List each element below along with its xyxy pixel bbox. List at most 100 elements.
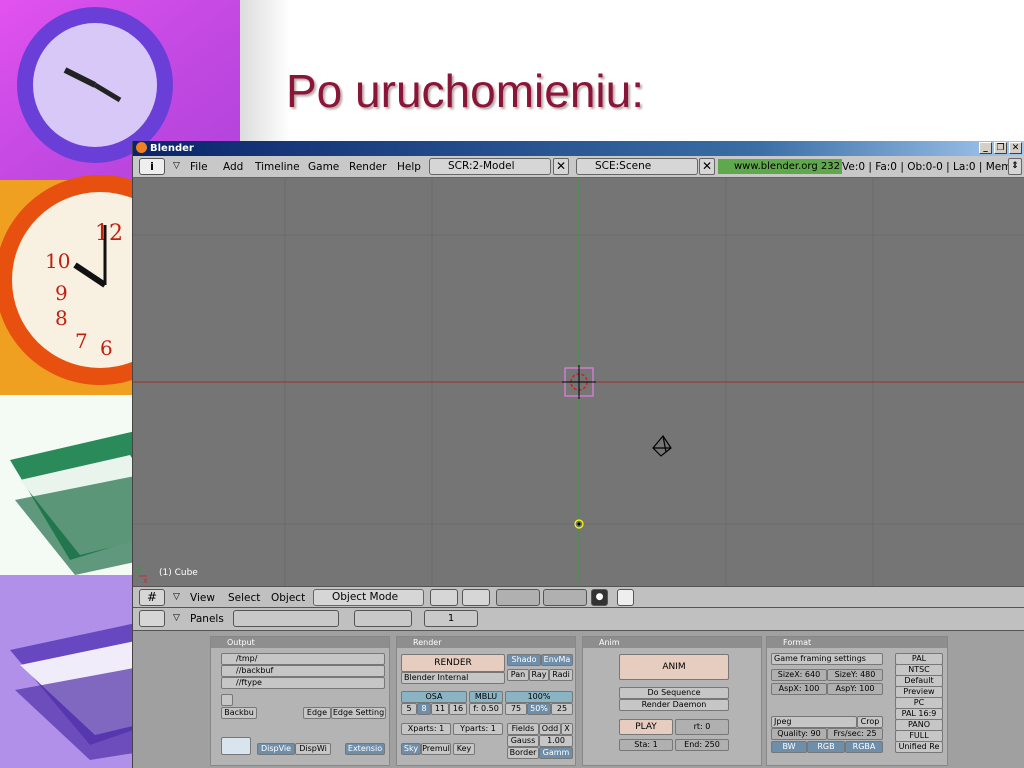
yparts-field[interactable]: Yparts: 1 — [453, 723, 503, 735]
stats-scroll-icon[interactable]: ⇕ — [1008, 158, 1022, 175]
buttons-window-type-icon[interactable] — [139, 610, 165, 627]
window-titlebar[interactable]: Blender _ ❐ ✕ — [133, 141, 1024, 156]
unified-renderer-toggle[interactable]: Unified Re — [895, 741, 943, 753]
osa-5-button[interactable]: 5 — [401, 703, 417, 715]
aspy-field[interactable]: AspY: 100 — [827, 683, 883, 695]
draw-type-icon[interactable] — [430, 589, 458, 606]
edge-button[interactable]: Edge — [303, 707, 331, 719]
render-daemon-button[interactable]: Render Daemon — [619, 699, 729, 711]
gauss-toggle[interactable]: Gauss — [507, 735, 539, 747]
xparts-field[interactable]: Xparts: 1 — [401, 723, 451, 735]
menu-select[interactable]: Select — [228, 592, 260, 604]
crop-toggle[interactable]: Crop — [857, 716, 883, 728]
osa-11-button[interactable]: 11 — [431, 703, 449, 715]
svg-text:x: x — [143, 576, 148, 585]
end-frame-field[interactable]: End: 250 — [675, 739, 729, 751]
3d-viewport[interactable]: Y x (1) Cube — [133, 178, 1024, 586]
backbuf-path-field[interactable]: //backbuf — [221, 665, 385, 677]
frame-counter[interactable]: 1 — [424, 610, 478, 627]
screen-selector[interactable]: SCR:2-Model — [429, 158, 551, 175]
sizex-field[interactable]: SizeX: 640 — [771, 669, 827, 681]
subcontext-icons[interactable] — [354, 610, 412, 627]
size-100-button[interactable]: 100% — [505, 691, 573, 703]
mblur-toggle[interactable]: MBLU — [469, 691, 503, 703]
edge-setting-button[interactable]: Edge Setting — [331, 707, 386, 719]
menu-view[interactable]: View — [190, 592, 215, 604]
sky-toggle[interactable]: Sky — [401, 743, 421, 755]
size-25-button[interactable]: 25 — [551, 703, 573, 715]
ftype-path-field[interactable]: //ftype — [221, 677, 385, 689]
blender-url-link[interactable]: www.blender.org 232 — [718, 159, 842, 174]
render-engine-select[interactable]: Blender Internal — [401, 672, 505, 684]
rt-field[interactable]: rt: 0 — [675, 719, 729, 735]
minimize-button[interactable]: _ — [979, 142, 992, 154]
fps-field[interactable]: Frs/sec: 25 — [827, 728, 883, 740]
x-toggle[interactable]: X — [561, 723, 573, 735]
sizey-field[interactable]: SizeY: 480 — [827, 669, 883, 681]
output-path-field[interactable]: /tmp/ — [221, 653, 385, 665]
dispview-button[interactable]: DispVie — [257, 743, 295, 755]
do-sequence-button[interactable]: Do Sequence — [619, 687, 729, 699]
collapse-menu-icon[interactable]: ▽ — [173, 592, 180, 602]
camera-object[interactable] — [652, 434, 672, 457]
delete-scene-button[interactable]: ✕ — [699, 158, 715, 175]
cube-object[interactable] — [562, 365, 596, 399]
context-icons[interactable] — [233, 610, 339, 627]
mode-selector[interactable]: Object Mode — [313, 589, 424, 606]
aspx-field[interactable]: AspX: 100 — [771, 683, 827, 695]
dither-grid-icon[interactable] — [221, 737, 251, 755]
maximize-button[interactable]: ❐ — [994, 142, 1007, 154]
anim-button[interactable]: ANIM — [619, 654, 729, 680]
quality-field[interactable]: Quality: 90 — [771, 728, 827, 740]
dispwin-button[interactable]: DispWi — [295, 743, 331, 755]
layer-buttons-right[interactable] — [543, 589, 587, 606]
menu-help[interactable]: Help — [397, 161, 421, 173]
menu-add[interactable]: Add — [223, 161, 243, 173]
start-frame-field[interactable]: Sta: 1 — [619, 739, 673, 751]
extensions-button[interactable]: Extensio — [345, 743, 385, 755]
shadow-toggle[interactable]: Shado — [507, 654, 541, 666]
scene-selector[interactable]: SCE:Scene — [576, 158, 698, 175]
bw-button[interactable]: BW — [771, 741, 807, 753]
rgba-button[interactable]: RGBA — [845, 741, 883, 753]
backbuf-button[interactable]: Backbu — [221, 707, 257, 719]
close-button[interactable]: ✕ — [1009, 142, 1022, 154]
envmap-toggle[interactable]: EnvMa — [541, 654, 573, 666]
delete-screen-button[interactable]: ✕ — [553, 158, 569, 175]
size-75-button[interactable]: 75 — [505, 703, 527, 715]
menu-game[interactable]: Game — [308, 161, 339, 173]
collapse-menu-icon[interactable]: ▽ — [173, 161, 180, 171]
osa-toggle[interactable]: OSA — [401, 691, 467, 703]
file-type-select[interactable]: Jpeg — [771, 716, 857, 728]
premul-toggle[interactable]: Premul — [421, 743, 451, 755]
menu-file[interactable]: File — [190, 161, 208, 173]
radio-toggle[interactable]: Radi — [549, 669, 573, 681]
odd-toggle[interactable]: Odd — [539, 723, 561, 735]
info-window-type-icon[interactable]: i — [139, 158, 165, 175]
osa-8-button[interactable]: 8 — [417, 703, 431, 715]
render-button[interactable]: RENDER — [401, 654, 505, 672]
grid-window-type-icon[interactable]: # — [139, 589, 165, 606]
menu-render[interactable]: Render — [349, 161, 386, 173]
pivot-icon[interactable] — [462, 589, 490, 606]
play-button[interactable]: PLAY — [619, 719, 673, 735]
menu-timeline[interactable]: Timeline — [255, 161, 300, 173]
render-view-icon[interactable] — [617, 589, 634, 606]
backbuf-toggle[interactable] — [221, 694, 233, 706]
size-50-button[interactable]: 50% — [527, 703, 551, 715]
gamma-toggle[interactable]: Gamm — [539, 747, 573, 759]
menu-object[interactable]: Object — [271, 592, 305, 604]
border-toggle[interactable]: Border — [507, 747, 539, 759]
pano-toggle[interactable]: Pan — [507, 669, 529, 681]
fields-toggle[interactable]: Fields — [507, 723, 539, 735]
lock-icon[interactable]: ● — [591, 589, 608, 606]
osa-16-button[interactable]: 16 — [449, 703, 467, 715]
motion-blur-factor[interactable]: f: 0.50 — [469, 703, 503, 715]
game-framing-button[interactable]: Game framing settings — [771, 653, 883, 665]
ray-toggle[interactable]: Ray — [529, 669, 549, 681]
collapse-menu-icon[interactable]: ▽ — [173, 613, 180, 623]
rgb-button[interactable]: RGB — [807, 741, 845, 753]
layer-buttons-left[interactable] — [496, 589, 540, 606]
gauss-value[interactable]: 1.00 — [539, 735, 573, 747]
key-toggle[interactable]: Key — [453, 743, 475, 755]
